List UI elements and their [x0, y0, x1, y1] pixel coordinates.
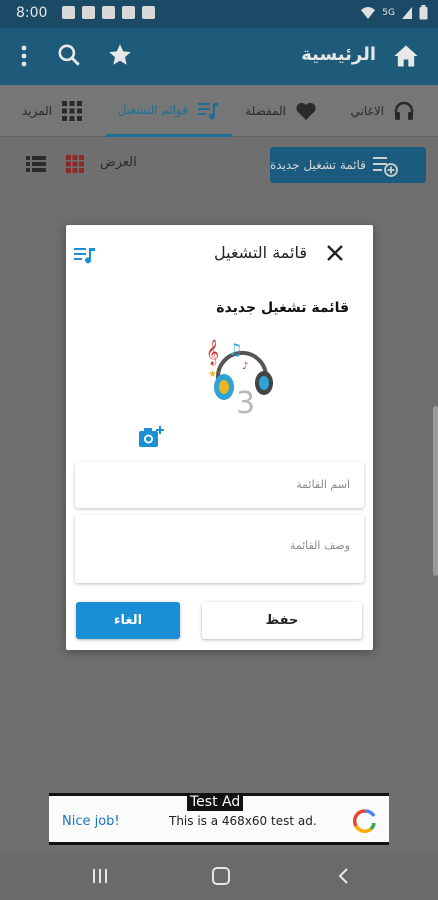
ad-logo-icon	[353, 809, 376, 833]
svg-text:3: 3	[236, 386, 255, 415]
music-headphones-art: 3 𝄞 ♫ ★ ♪	[206, 339, 273, 415]
battery-icon	[419, 5, 428, 20]
playlist-name-placeholder: اسم القائمة	[296, 478, 350, 491]
system-nav-bar	[0, 852, 438, 900]
notification-icon	[142, 6, 155, 19]
search-icon[interactable]	[56, 42, 82, 68]
dialog-title: قائمة التشغيل	[214, 243, 307, 262]
tab-bar: الاغاني المفضلة قوائم التشغيل المزيد	[0, 85, 438, 137]
playlist-description-placeholder: وصف القائمة	[289, 539, 350, 552]
home-nav-icon[interactable]	[210, 866, 232, 886]
status-bar: 8:00 5G	[0, 0, 438, 28]
close-icon[interactable]	[325, 243, 345, 263]
scrollbar[interactable]	[433, 406, 438, 576]
playlist-icon	[74, 248, 95, 264]
new-playlist-label: قائمة تشغيل جديدة	[270, 158, 366, 172]
toolbar: قائمة تشغيل جديدة العرض	[0, 137, 438, 197]
cancel-button[interactable]: الغاء	[76, 602, 180, 639]
star-icon[interactable]	[107, 42, 133, 68]
playlist-add-icon	[372, 157, 398, 177]
list-view-icon[interactable]	[26, 155, 46, 173]
playlist-name-input[interactable]: اسم القائمة	[75, 462, 364, 508]
notification-icons	[62, 6, 155, 19]
grid-view-icon[interactable]	[66, 155, 84, 173]
svg-text:♪: ♪	[242, 361, 248, 372]
grid-icon	[62, 101, 82, 121]
playlist-icon	[198, 102, 218, 119]
status-indicators: 5G	[360, 5, 428, 20]
notification-icon	[122, 6, 135, 19]
more-vertical-icon[interactable]	[14, 42, 34, 70]
recent-apps-icon[interactable]	[90, 866, 110, 886]
headphones-icon	[394, 101, 414, 120]
new-playlist-button[interactable]: قائمة تشغيل جديدة	[270, 147, 426, 183]
tab-label: الاغاني	[350, 104, 384, 118]
svg-text:♫: ♫	[228, 340, 242, 359]
back-icon[interactable]	[334, 866, 354, 886]
ad-tag: Test Ad	[187, 793, 244, 811]
wifi-icon	[361, 6, 376, 19]
tab-playlists[interactable]: قوائم التشغيل	[105, 85, 232, 137]
tab-label: المفضلة	[245, 104, 286, 118]
svg-text:★: ★	[208, 369, 217, 380]
status-time: 8:00	[16, 5, 48, 21]
signal-icon	[402, 6, 412, 19]
ad-banner[interactable]: Test Ad Nice job! This is a 468x60 test …	[49, 793, 389, 845]
tab-favorites[interactable]: المفضلة	[245, 85, 318, 137]
ad-left-text: Nice job!	[62, 814, 120, 829]
dialog-subtitle: قائمة تشغيل جديدة	[216, 300, 349, 316]
tab-label: قوائم التشغيل	[117, 102, 188, 117]
heart-icon	[296, 102, 316, 120]
save-button[interactable]: حفظ	[202, 602, 362, 639]
page-title: الرئيسية	[301, 44, 376, 65]
home-icon[interactable]	[392, 42, 420, 70]
playlist-description-input[interactable]: وصف القائمة	[75, 515, 364, 583]
tab-more[interactable]: المزيد	[22, 85, 84, 137]
add-photo-icon[interactable]	[138, 425, 164, 449]
playlist-dialog: قائمة التشغيل قائمة تشغيل جديدة 3 𝄞 ♫ ★ …	[66, 225, 373, 650]
svg-text:𝄞: 𝄞	[206, 339, 219, 365]
view-label: العرض	[100, 155, 137, 170]
network-label: 5G	[382, 7, 395, 18]
notification-icon	[62, 6, 75, 19]
tab-label: المزيد	[21, 104, 52, 118]
ad-body-text: This is a 468x60 test ad.	[169, 814, 317, 828]
notification-icon	[82, 6, 95, 19]
notification-icon	[102, 6, 115, 19]
tab-songs[interactable]: الاغاني	[351, 85, 416, 137]
app-bar: الرئيسية	[0, 28, 438, 85]
